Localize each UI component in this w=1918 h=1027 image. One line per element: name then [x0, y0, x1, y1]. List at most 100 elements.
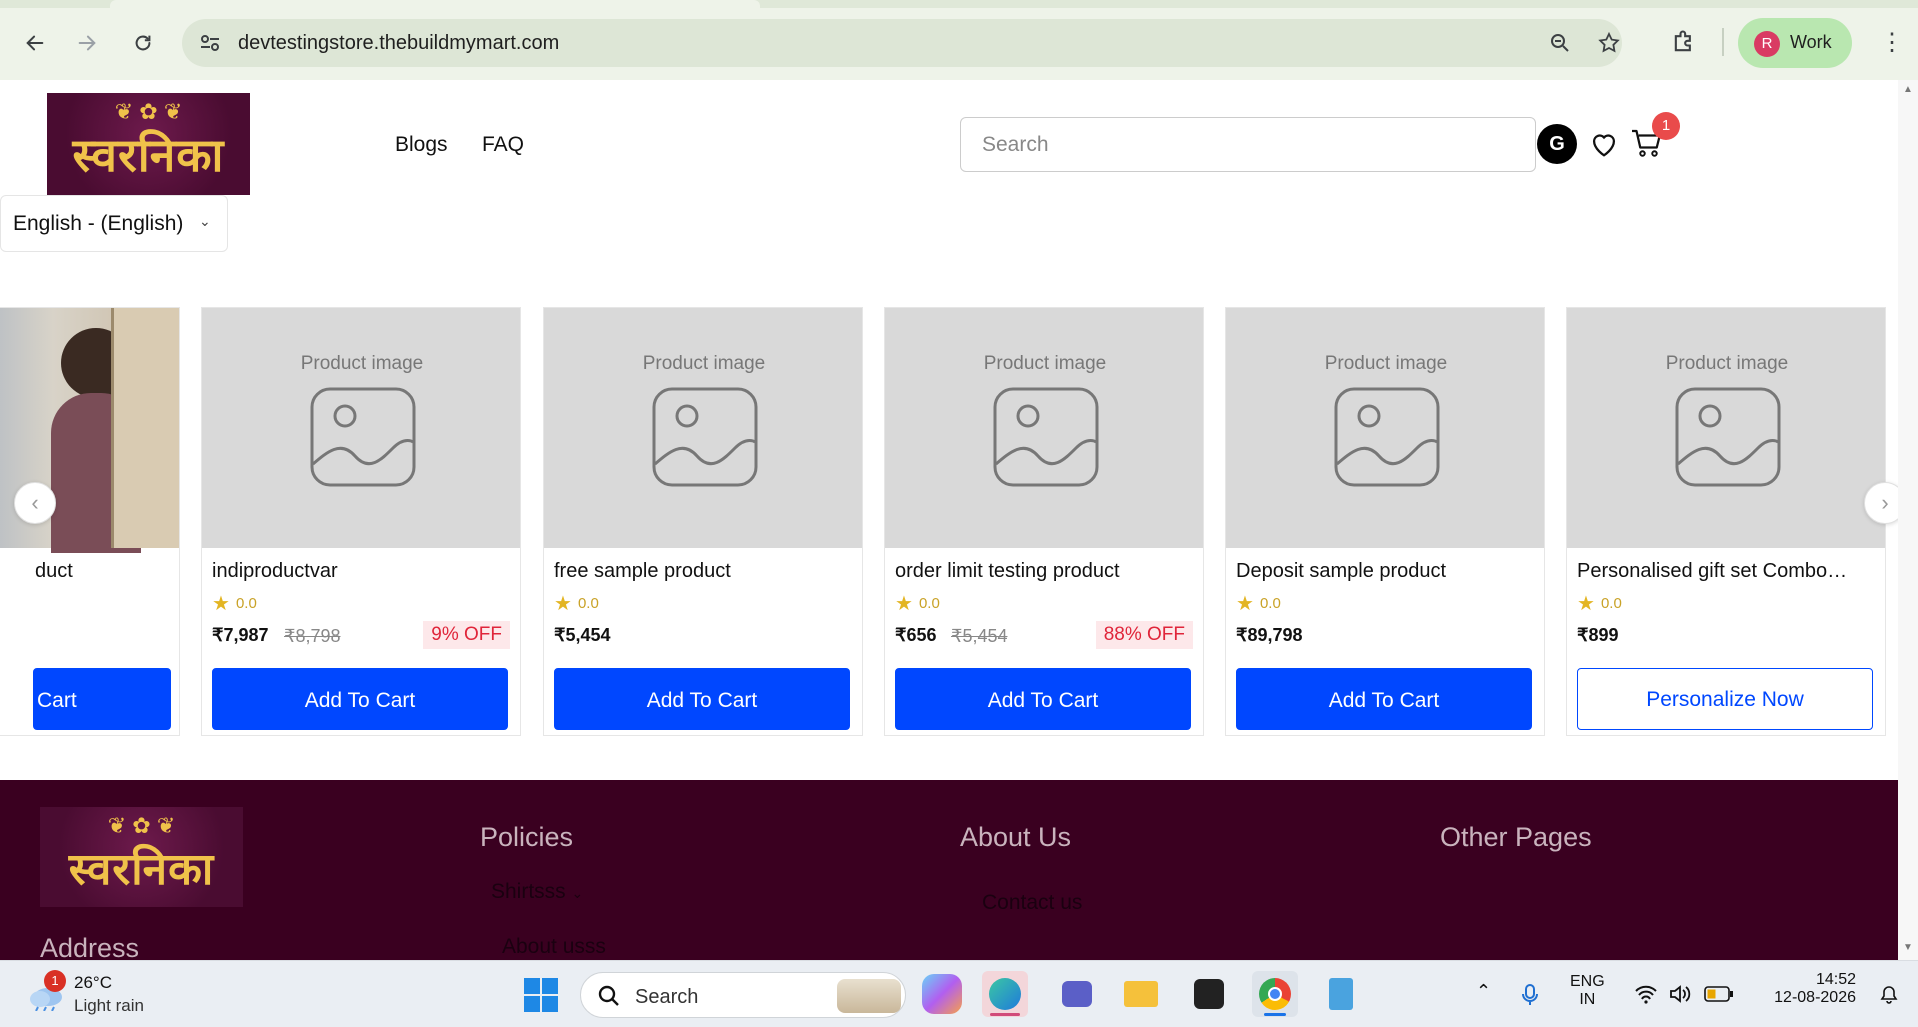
- back-icon[interactable]: [18, 26, 52, 60]
- footer-logo-text: स्वरनिका: [68, 844, 215, 895]
- footer-link-about[interactable]: About usss: [502, 935, 606, 959]
- door-photo: [111, 308, 179, 548]
- product-image: Product image: [202, 308, 520, 548]
- cart-count-badge: 1: [1652, 112, 1680, 140]
- personalize-now-button[interactable]: Personalize Now: [1577, 668, 1873, 730]
- scroll-down-icon[interactable]: ▼: [1903, 942, 1913, 953]
- rating-value: 0.0: [1259, 595, 1281, 612]
- page-scrollbar[interactable]: ▲ ▼: [1898, 80, 1918, 960]
- profile-button[interactable]: R Work: [1738, 18, 1852, 68]
- windows-start-icon[interactable]: [523, 977, 559, 1013]
- app-box-icon[interactable]: [1186, 971, 1232, 1017]
- footer-link-label: Shirtsss: [491, 880, 566, 903]
- nav-link-blogs[interactable]: Blogs: [395, 133, 448, 157]
- bookmark-star-icon[interactable]: [1597, 31, 1621, 55]
- language-indicator[interactable]: ENG IN: [1570, 973, 1605, 1009]
- original-price: ₹5,454: [951, 626, 1008, 646]
- product-title[interactable]: free sample product: [554, 560, 854, 583]
- footer-heading-address: Address: [40, 933, 140, 960]
- weather-temperature[interactable]: 26°C: [74, 973, 112, 993]
- taskbar-search[interactable]: Search: [580, 972, 906, 1018]
- battery-icon[interactable]: [1704, 985, 1734, 1003]
- volume-icon[interactable]: [1668, 983, 1692, 1005]
- product-image: Product image: [1567, 308, 1885, 548]
- product-title[interactable]: duct: [35, 560, 179, 583]
- product-title[interactable]: indiproductvar: [212, 560, 512, 583]
- add-to-cart-button[interactable]: Add To Cart: [554, 668, 850, 730]
- language-value: English - (English): [13, 212, 184, 235]
- product-title[interactable]: order limit testing product: [895, 560, 1195, 583]
- windows-taskbar: 1 26°C Light rain Search ⌃ ENG IN 14:52 …: [0, 960, 1918, 1027]
- extensions-icon[interactable]: [1670, 28, 1698, 56]
- add-to-cart-button[interactable]: Add To Cart: [895, 668, 1191, 730]
- scroll-up-icon[interactable]: ▲: [1903, 84, 1913, 95]
- discount-badge: 88% OFF: [1095, 621, 1193, 649]
- discount-badge: 9% OFF: [423, 621, 510, 649]
- more-menu-icon[interactable]: ⋮: [1880, 28, 1904, 57]
- product-price: ₹5,454: [554, 625, 611, 645]
- product-card[interactable]: Product image Personalised gift set Comb…: [1566, 307, 1886, 736]
- chrome-app-icon[interactable]: [1252, 971, 1298, 1017]
- browser-toolbar: devtestingstore.thebuildmymart.com R Wor…: [0, 0, 1918, 80]
- user-avatar[interactable]: G: [1537, 124, 1577, 164]
- zoom-icon[interactable]: [1548, 31, 1572, 55]
- edge-app-icon[interactable]: [982, 971, 1028, 1017]
- url-text[interactable]: devtestingstore.thebuildmymart.com: [238, 32, 559, 55]
- wishlist-heart-icon[interactable]: [1587, 127, 1621, 161]
- notifications-icon[interactable]: [1878, 983, 1900, 1005]
- logo-ornament-icon: ❦ ✿ ❦: [107, 813, 176, 838]
- language-code: ENG: [1570, 973, 1605, 990]
- image-placeholder-label: Product image: [642, 353, 766, 374]
- copilot-icon[interactable]: [922, 974, 962, 1014]
- footer-link-contact[interactable]: Contact us: [982, 891, 1082, 915]
- carousel-prev-icon[interactable]: ‹: [14, 482, 56, 524]
- product-rating: ★ 0.0: [554, 591, 599, 616]
- add-to-cart-button[interactable]: Add To Cart: [212, 668, 508, 730]
- chevron-up-icon[interactable]: ⌃: [1476, 981, 1491, 1002]
- image-placeholder-label: Product image: [983, 353, 1107, 374]
- clock-time: 14:52: [1815, 971, 1856, 988]
- language-select[interactable]: English - (English) ⌄: [0, 195, 228, 252]
- nav-link-faq[interactable]: FAQ: [482, 133, 524, 157]
- image-placeholder-label: Product image: [1324, 353, 1448, 374]
- product-rating: ★ 0.0: [1236, 591, 1281, 616]
- wifi-icon[interactable]: [1634, 983, 1658, 1005]
- product-card[interactable]: Product image free sample product ★ 0.0 ₹…: [543, 307, 863, 736]
- teams-icon[interactable]: [1054, 971, 1100, 1017]
- image-placeholder-icon: [993, 387, 1099, 487]
- product-title[interactable]: Deposit sample product: [1236, 560, 1536, 583]
- teams-logo-icon: [1062, 981, 1092, 1007]
- site-logo[interactable]: ❦ ✿ ❦ स्वरनिका: [47, 93, 250, 195]
- product-card[interactable]: Product image indiproductvar ★ 0.0 ₹7,987…: [201, 307, 521, 736]
- site-search[interactable]: [960, 117, 1536, 172]
- add-to-cart-button[interactable]: Cart: [33, 668, 171, 730]
- site-settings-icon[interactable]: [198, 31, 222, 55]
- microphone-icon[interactable]: [1520, 983, 1540, 1007]
- footer-heading-about: About Us: [960, 822, 1072, 852]
- footer-logo[interactable]: ❦ ✿ ❦ स्वरनिका: [40, 807, 243, 907]
- file-explorer-icon[interactable]: [1118, 971, 1164, 1017]
- footer-link-shirtsss[interactable]: Shirtsss ⌄: [491, 880, 583, 904]
- forward-icon[interactable]: [70, 26, 104, 60]
- product-title[interactable]: Personalised gift set Combo…: [1577, 560, 1877, 583]
- search-input[interactable]: [962, 119, 1532, 170]
- notepad-logo-icon: [1329, 978, 1353, 1010]
- product-card[interactable]: Product image Deposit sample product ★ 0.…: [1225, 307, 1545, 736]
- search-icon: [598, 985, 619, 1006]
- weather-description[interactable]: Light rain: [74, 996, 144, 1016]
- product-price: ₹89,798: [1236, 625, 1303, 645]
- toolbar-divider: [1722, 28, 1724, 56]
- notepad-icon[interactable]: [1318, 971, 1364, 1017]
- reload-icon[interactable]: [126, 26, 160, 60]
- cube-icon: [1194, 979, 1224, 1009]
- clock[interactable]: 14:52 12-08-2026: [1758, 971, 1856, 1007]
- add-to-cart-button[interactable]: Add To Cart: [1236, 668, 1532, 730]
- product-card[interactable]: Product image order limit testing produc…: [884, 307, 1204, 736]
- address-bar[interactable]: devtestingstore.thebuildmymart.com: [182, 19, 1622, 67]
- logo-text: स्वरनिका: [72, 128, 225, 182]
- active-tab[interactable]: [110, 0, 760, 8]
- product-rating: ★ 0.0: [895, 591, 940, 616]
- search-highlight-icon: [837, 979, 901, 1013]
- carousel-next-icon[interactable]: ›: [1864, 482, 1898, 524]
- rating-value: 0.0: [918, 595, 940, 612]
